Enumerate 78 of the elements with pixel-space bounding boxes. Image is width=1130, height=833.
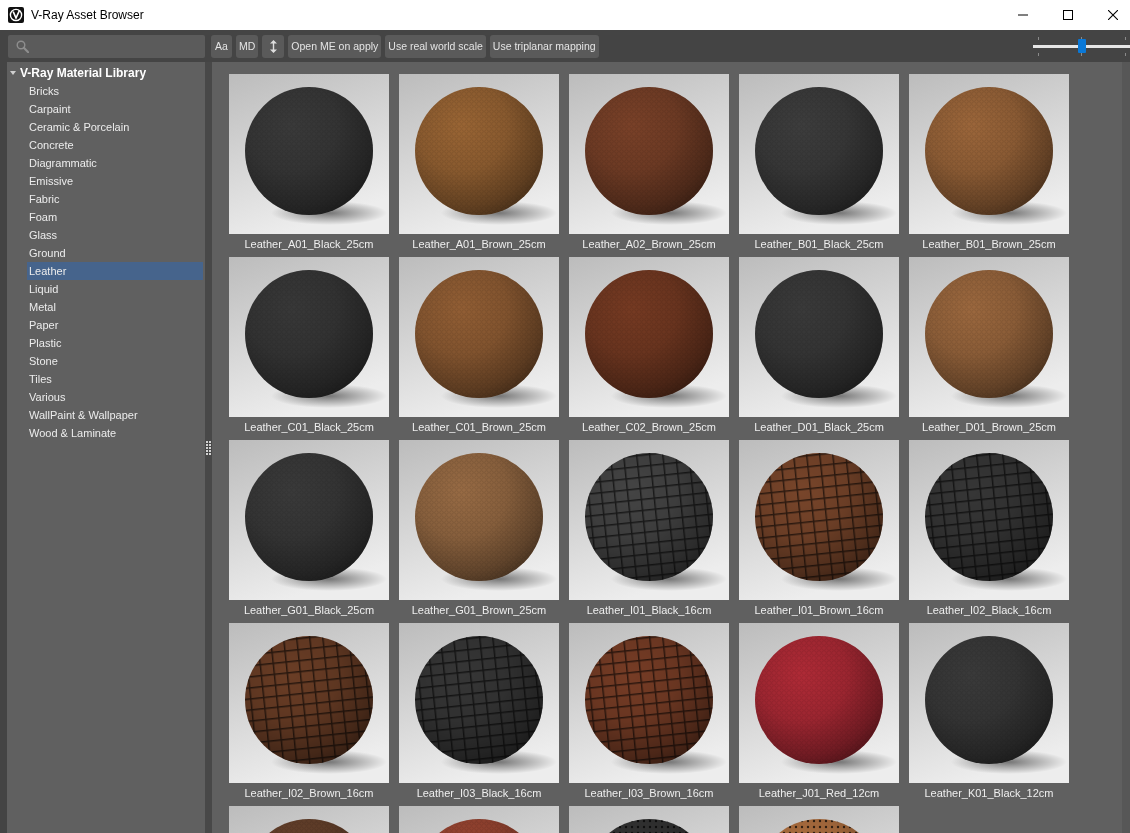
material-name: Leather_A01_Brown_25cm [411,237,547,252]
toolbar-button[interactable]: Open ME on apply [288,34,382,58]
material-name: Leather_C01_Black_25cm [243,420,375,435]
up-down-arrows-button[interactable] [262,34,285,58]
splitter-grip-icon[interactable] [206,439,211,456]
material-name: Leather_B01_Brown_25cm [921,237,1057,252]
material-name: Leather_K01_Black_12cm [923,786,1055,801]
category-item[interactable]: Wood & Laminate [27,424,203,442]
category-item[interactable]: Diagrammatic [27,154,203,172]
toolbar-button[interactable]: Use real world scale [385,34,486,58]
library-title[interactable]: V-Ray Material Library [20,66,147,80]
category-item[interactable]: WallPaint & Wallpaper [27,406,203,424]
thumbnail-size-slider[interactable] [1033,35,1130,57]
logo-icon [8,7,24,23]
material-name: Leather_I03_Black_16cm [415,786,543,801]
maximize-icon [1062,10,1073,20]
category-item[interactable]: Leather [27,262,203,280]
category-item[interactable]: Metal [27,298,203,316]
category-item[interactable]: Foam [27,208,203,226]
category-item[interactable]: Tiles [27,370,203,388]
material-name: Leather_D01_Brown_25cm [921,420,1057,435]
slider-thumb[interactable] [1077,39,1086,53]
category-item[interactable]: Glass [27,226,203,244]
material-preview[interactable] [399,74,559,234]
material-preview[interactable] [399,623,559,783]
material-preview[interactable] [739,440,899,600]
toolbar-button[interactable]: MD [236,34,259,58]
material-name: Leather_I03_Brown_16cm [583,786,715,801]
material-preview[interactable] [909,623,1069,783]
material-name: Leather_D01_Black_25cm [753,420,885,435]
material-preview[interactable] [229,623,389,783]
material-preview[interactable] [739,257,899,417]
material-preview[interactable] [399,440,559,600]
material-name: Leather_G01_Brown_25cm [410,603,548,618]
category-item[interactable]: Ceramic & Porcelain [27,118,203,136]
expand-triangle-icon[interactable] [10,70,16,76]
material-preview[interactable] [399,257,559,417]
material-name: Leather_A02_Brown_25cm [581,237,717,252]
material-preview[interactable] [909,257,1069,417]
material-name: Leather_I01_Black_16cm [585,603,713,618]
up-down-arrows-icon [269,39,277,53]
category-item[interactable]: Various [27,388,203,406]
category-item[interactable]: Stone [27,352,203,370]
material-preview[interactable] [229,440,389,600]
material-preview[interactable] [569,623,729,783]
category-item[interactable]: Fabric [27,190,203,208]
material-name: Leather_J01_Red_12cm [757,786,881,801]
category-item[interactable]: Liquid [27,280,203,298]
category-item[interactable]: Emissive [27,172,203,190]
category-item[interactable]: Bricks [27,82,203,100]
category-item[interactable]: Carpaint [27,100,203,118]
category-item[interactable]: Ground [27,244,203,262]
material-preview[interactable] [569,257,729,417]
search-icon [16,39,29,53]
toolbar-button[interactable]: Use triplanar mapping [489,34,599,58]
material-name: Leather_C02_Brown_25cm [581,420,717,435]
material-name: Leather_G01_Black_25cm [242,603,376,618]
material-preview[interactable] [569,440,729,600]
category-item[interactable]: Concrete [27,136,203,154]
material-preview[interactable] [569,74,729,234]
material-preview[interactable] [229,257,389,417]
search-field[interactable] [8,34,205,58]
material-preview[interactable] [909,74,1069,234]
material-name: Leather_C01_Brown_25cm [411,420,547,435]
material-name: Leather_A01_Black_25cm [243,237,375,252]
material-name: Leather_I02_Brown_16cm [243,786,375,801]
window-title: V-Ray Asset Browser [31,8,144,22]
category-item[interactable]: Paper [27,316,203,334]
material-name: Leather_I02_Black_16cm [925,603,1053,618]
category-item[interactable]: Plastic [27,334,203,352]
material-preview[interactable] [739,623,899,783]
toolbar-button[interactable]: Aa [211,34,232,58]
material-preview[interactable] [229,74,389,234]
material-preview[interactable] [739,74,899,234]
material-name: Leather_I01_Brown_16cm [753,603,885,618]
close-icon [1108,10,1118,20]
material-preview[interactable] [909,440,1069,600]
material-name: Leather_B01_Black_25cm [753,237,885,252]
